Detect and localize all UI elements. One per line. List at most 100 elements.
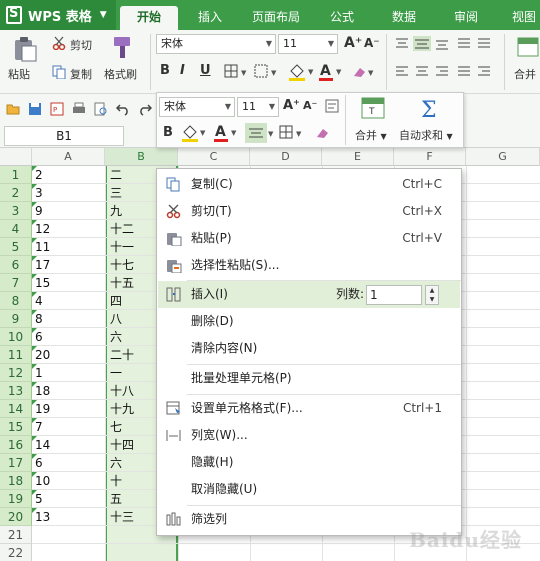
mini-increase-font-icon[interactable]: A⁺ — [283, 98, 300, 113]
row-header[interactable]: 13 — [0, 382, 32, 400]
menu-item-format-cells[interactable]: 设置单元格格式(F)... Ctrl+1 — [158, 395, 460, 422]
cell-a[interactable]: 1 — [32, 364, 105, 382]
row-header[interactable]: 1 — [0, 166, 32, 184]
cell-style-icon[interactable]: ▼ — [254, 64, 280, 80]
menu-item-batch[interactable]: 批量处理单元格(P) — [158, 365, 460, 392]
col-header-d[interactable]: D — [250, 148, 322, 166]
italic-button[interactable]: I — [180, 63, 185, 78]
column-count-input[interactable]: 1 — [366, 285, 422, 305]
row-header[interactable]: 5 — [0, 238, 32, 256]
tab-insert[interactable]: 插入 — [186, 6, 234, 30]
row-header[interactable]: 3 — [0, 202, 32, 220]
paste-button[interactable]: 粘贴 — [8, 66, 30, 82]
cell-a[interactable]: 10 — [32, 472, 105, 490]
increase-font-icon[interactable]: A⁺ — [344, 35, 362, 51]
cell-a[interactable]: 2 — [32, 166, 105, 184]
autosum-icon[interactable]: Σ — [419, 97, 441, 121]
cell-a[interactable]: 6 — [32, 328, 105, 346]
cell-a[interactable]: 11 — [32, 238, 105, 256]
col-header-g[interactable]: G — [466, 148, 540, 166]
open-folder-icon[interactable] — [6, 102, 20, 116]
row-header[interactable]: 2 — [0, 184, 32, 202]
tab-home[interactable]: 开始 — [120, 6, 178, 30]
mini-fill-color-icon[interactable]: ▼ — [181, 123, 209, 143]
mini-merge-button[interactable]: 合并 ▼ — [355, 127, 387, 143]
menu-item-hide[interactable]: 隐藏(H) — [158, 449, 460, 476]
tab-data[interactable]: 数据 — [380, 6, 428, 30]
cell-a[interactable]: 13 — [32, 508, 105, 526]
undo-icon[interactable] — [116, 102, 130, 116]
save-icon[interactable] — [28, 102, 42, 116]
menu-item-column-width[interactable]: 列宽(W)... — [158, 422, 460, 449]
menu-item-unhide[interactable]: 取消隐藏(U) — [158, 476, 460, 503]
row-header[interactable]: 8 — [0, 292, 32, 310]
spin-up-icon[interactable]: ▲ — [426, 286, 438, 295]
cut-button[interactable]: 剪切 — [70, 37, 92, 53]
row-header[interactable]: 9 — [0, 310, 32, 328]
row-header[interactable]: 15 — [0, 418, 32, 436]
paste-icon[interactable] — [12, 36, 38, 62]
mini-merge-icon[interactable]: T — [361, 97, 385, 121]
col-header-c[interactable]: C — [178, 148, 250, 166]
mini-border-icon[interactable]: ▼ — [279, 125, 307, 141]
underline-button[interactable]: U — [200, 63, 211, 78]
print-preview-icon[interactable] — [94, 102, 108, 116]
row-header[interactable]: 16 — [0, 436, 32, 454]
cell-a[interactable]: 7 — [32, 418, 105, 436]
menu-item-paste[interactable]: 粘贴(P) Ctrl+V — [158, 225, 460, 252]
print-icon[interactable] — [72, 102, 86, 116]
row-header[interactable]: 12 — [0, 364, 32, 382]
tab-view[interactable]: 视图 — [504, 6, 540, 30]
row-header[interactable]: 6 — [0, 256, 32, 274]
cell-b[interactable] — [107, 544, 176, 561]
font-name-select[interactable]: 宋体 ▼ — [156, 34, 276, 54]
font-size-select[interactable]: 11 ▼ — [278, 34, 338, 54]
row-header[interactable]: 7 — [0, 274, 32, 292]
row-header[interactable]: 19 — [0, 490, 32, 508]
mini-wrap-icon[interactable] — [325, 99, 339, 113]
format-painter-icon[interactable] — [110, 34, 136, 60]
col-header-e[interactable]: E — [322, 148, 394, 166]
row-header[interactable]: 20 — [0, 508, 32, 526]
cell-a[interactable]: 17 — [32, 256, 105, 274]
col-header-b[interactable]: B — [105, 148, 178, 166]
cell-a[interactable] — [32, 526, 105, 544]
column-count-spinner[interactable]: ▲ ▼ — [425, 285, 439, 305]
menu-item-insert[interactable]: 插入(I) 列数: 1 ▲ ▼ — [158, 281, 460, 308]
cell-a[interactable]: 3 — [32, 184, 105, 202]
tab-page-layout[interactable]: 页面布局 — [244, 6, 308, 30]
autosum-button[interactable]: 自动求和 ▼ — [399, 127, 453, 143]
cell-a[interactable]: 6 — [32, 454, 105, 472]
cell-a[interactable]: 8 — [32, 310, 105, 328]
cell-a[interactable]: 20 — [32, 346, 105, 364]
cell-a[interactable]: 18 — [32, 382, 105, 400]
row-header[interactable]: 22 — [0, 544, 32, 561]
spin-down-icon[interactable]: ▼ — [426, 295, 438, 304]
format-painter-button[interactable]: 格式刷 — [104, 66, 137, 82]
menu-item-clear[interactable]: 清除内容(N) — [158, 335, 460, 362]
export-pdf-icon[interactable]: P — [50, 102, 64, 116]
mini-align-center-icon[interactable]: ▼ — [245, 123, 275, 143]
row-header[interactable]: 21 — [0, 526, 32, 544]
col-header-a[interactable]: A — [32, 148, 105, 166]
horizontal-align-icons[interactable] — [394, 64, 498, 80]
cell-a[interactable]: 9 — [32, 202, 105, 220]
bold-button[interactable]: B — [160, 63, 170, 78]
mini-decrease-font-icon[interactable]: A⁻ — [303, 99, 317, 112]
row-header[interactable]: 14 — [0, 400, 32, 418]
row-header[interactable]: 11 — [0, 346, 32, 364]
cell-a[interactable]: 5 — [32, 490, 105, 508]
tab-formula[interactable]: 公式 — [318, 6, 366, 30]
clear-format-icon[interactable]: ▼ — [352, 64, 378, 80]
row-header[interactable]: 17 — [0, 454, 32, 472]
mini-bold-button[interactable]: B — [163, 125, 173, 140]
merge-icon[interactable] — [516, 36, 540, 60]
app-menu-button[interactable]: WPS 表格 ▼ — [0, 0, 116, 30]
mini-font-name-select[interactable]: 宋体 ▼ — [159, 97, 235, 117]
cell-a[interactable]: 12 — [32, 220, 105, 238]
menu-item-delete[interactable]: 删除(D) — [158, 308, 460, 335]
cell-a[interactable]: 19 — [32, 400, 105, 418]
fill-color-icon[interactable]: ▼ — [288, 62, 316, 82]
select-all-corner[interactable] — [0, 148, 32, 166]
cell-a[interactable]: 15 — [32, 274, 105, 292]
